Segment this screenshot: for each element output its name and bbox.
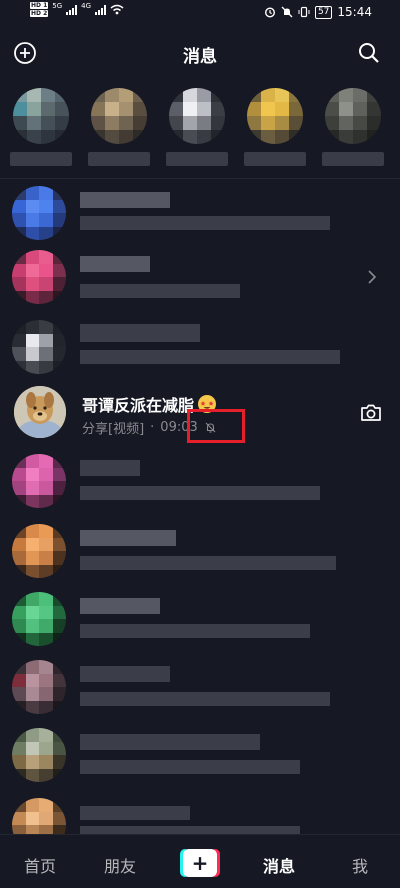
plus-icon: +: [183, 849, 217, 877]
message-preview: [80, 692, 330, 706]
avatar: [169, 88, 225, 144]
highlight-annotation-box: [187, 409, 245, 443]
camera-button[interactable]: [360, 402, 382, 424]
camera-icon: [361, 404, 381, 421]
avatar: [247, 88, 303, 144]
message-preview: [80, 624, 310, 638]
clock: 15:44: [337, 5, 372, 19]
status-bar: HD 1 HD 2 5G 4G 57 15:44: [0, 0, 400, 28]
story-item[interactable]: [88, 88, 150, 172]
conversation-row[interactable]: [0, 182, 400, 248]
avatar: [12, 454, 66, 508]
battery-level: 57: [314, 5, 333, 19]
contact-name: [80, 666, 170, 682]
conversation-row[interactable]: [0, 724, 400, 790]
avatar: [12, 660, 66, 714]
signal-icon-2: [95, 4, 107, 15]
wifi-icon: [110, 4, 124, 15]
nav-messages[interactable]: 消息: [263, 853, 295, 877]
page-title: 消息: [183, 47, 217, 67]
alarm-icon: [264, 7, 275, 18]
conversation-row[interactable]: [0, 520, 400, 586]
hd1-label: HD 1: [30, 2, 49, 9]
message-preview: [80, 556, 336, 570]
contact-name: [80, 256, 150, 272]
message-preview: [80, 350, 340, 364]
hd2-label: HD 2: [30, 10, 49, 17]
net1-label: 5G: [52, 1, 63, 10]
story-item[interactable]: [166, 88, 228, 172]
contact-name: [80, 806, 190, 820]
story-name: [322, 152, 384, 166]
avatar: [12, 186, 66, 240]
nav-friends[interactable]: 朋友: [104, 853, 136, 877]
signal-icon: [66, 4, 78, 15]
contact-name: 哥谭反派在减脂: [82, 396, 195, 415]
section-divider: [0, 178, 400, 179]
friend-stories-row: [0, 80, 400, 176]
contact-name: [80, 598, 160, 614]
story-item[interactable]: [10, 88, 72, 172]
message-preview: 分享[视频]: [82, 422, 145, 437]
avatar: [12, 728, 66, 782]
conversation-row[interactable]: [0, 588, 400, 654]
story-name: [244, 152, 306, 166]
network-status: HD 1 HD 2 5G 4G: [30, 2, 124, 17]
contact-name: [80, 460, 140, 476]
system-status: 57 15:44: [264, 5, 372, 19]
message-preview: [80, 216, 330, 230]
mute-bell-icon: [281, 6, 293, 18]
conversation-row[interactable]: [0, 450, 400, 516]
chevron-right-icon: [368, 270, 376, 284]
avatar: [14, 386, 66, 438]
avatar: [13, 88, 69, 144]
story-item[interactable]: [322, 88, 384, 172]
vibrate-icon: [298, 6, 310, 18]
net2-label: 4G: [81, 1, 92, 10]
top-bar: 消息: [0, 36, 400, 70]
contact-name: [80, 734, 260, 750]
story-name: [10, 152, 72, 166]
bottom-nav: 首页 朋友 + 消息 我: [0, 834, 400, 888]
contact-name: [80, 530, 176, 546]
conversation-row[interactable]: [0, 656, 400, 722]
contact-name: [80, 324, 200, 342]
hd-indicator: HD 1 HD 2: [30, 2, 49, 17]
conversation-row[interactable]: [0, 246, 400, 312]
messages-screen: HD 1 HD 2 5G 4G 57 15:44 消息 哥谭反派在减脂 分享[视…: [0, 0, 400, 888]
contact-name: [80, 192, 170, 208]
message-preview: [80, 760, 300, 774]
separator-dot: ·: [150, 420, 155, 435]
conversation-row[interactable]: [0, 316, 400, 382]
message-preview: [80, 826, 300, 834]
message-preview: [80, 486, 320, 500]
create-button[interactable]: +: [180, 849, 220, 877]
story-name: [88, 152, 150, 166]
search-button[interactable]: [356, 40, 382, 66]
nav-me[interactable]: 我: [352, 853, 368, 877]
search-icon: [359, 43, 379, 63]
avatar: [12, 320, 66, 374]
avatar: [91, 88, 147, 144]
nav-home[interactable]: 首页: [24, 853, 56, 877]
dog-avatar-icon: [14, 386, 66, 438]
avatar: [12, 592, 66, 646]
avatar: [325, 88, 381, 144]
avatar: [12, 250, 66, 304]
avatar: [12, 524, 66, 578]
story-item[interactable]: [244, 88, 306, 172]
story-name: [166, 152, 228, 166]
message-preview: [80, 284, 240, 298]
